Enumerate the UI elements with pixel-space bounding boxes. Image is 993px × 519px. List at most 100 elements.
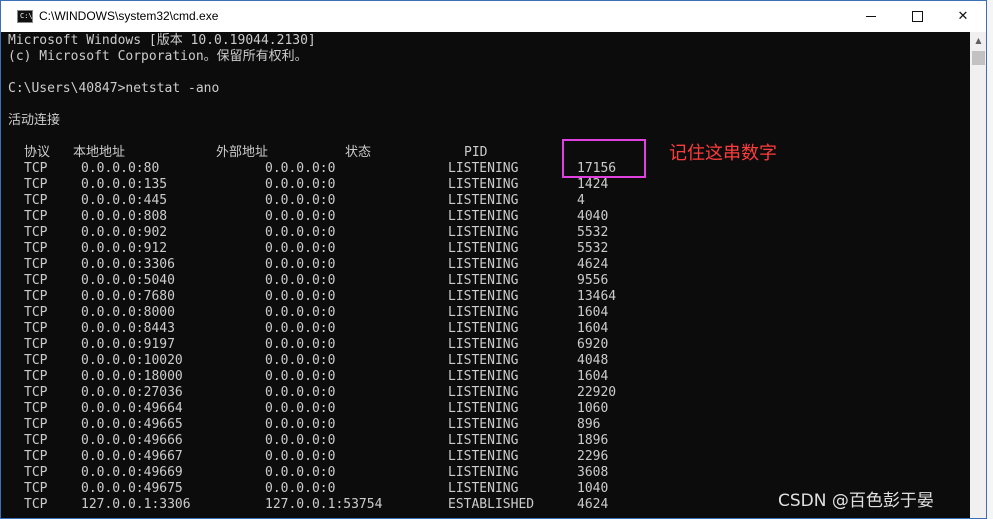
cell-state: LISTENING [448, 353, 519, 368]
pid-highlight-box [562, 139, 646, 178]
minimize-icon [866, 16, 876, 17]
cell-pid: 1060 [577, 401, 609, 416]
cell-proto: TCP [24, 289, 48, 304]
cell-state: LISTENING [448, 449, 519, 464]
cell-state: LISTENING [448, 161, 519, 176]
cell-proto: TCP [24, 225, 48, 240]
cell-proto: TCP [24, 353, 48, 368]
cell-state: ESTABLISHED [448, 497, 535, 512]
cell-local: 0.0.0.0:49664 [81, 401, 183, 416]
cell-proto: TCP [24, 305, 48, 320]
vertical-scrollbar[interactable]: ▲ [970, 32, 986, 518]
cell-proto: TCP [24, 497, 48, 512]
cell-local: 0.0.0.0:49665 [81, 417, 183, 432]
column-header-proto: 协议 [24, 145, 51, 160]
cell-proto: TCP [24, 241, 48, 256]
cell-pid: 1424 [577, 177, 609, 192]
cell-state: LISTENING [448, 385, 519, 400]
cell-proto: TCP [24, 321, 48, 336]
cell-pid: 1604 [577, 369, 609, 384]
cell-foreign: 0.0.0.0:0 [265, 321, 336, 336]
cell-local: 0.0.0.0:3306 [81, 257, 175, 272]
cell-proto: TCP [24, 369, 48, 384]
cell-pid: 1896 [577, 433, 609, 448]
cell-pid: 4624 [577, 257, 609, 272]
cell-proto: TCP [24, 209, 48, 224]
cell-local: 0.0.0.0:49667 [81, 449, 183, 464]
cell-foreign: 0.0.0.0:0 [265, 481, 336, 496]
cell-foreign: 0.0.0.0:0 [265, 273, 336, 288]
column-header-foreign: 外部地址 [216, 145, 269, 160]
console-output[interactable]: Microsoft Windows [版本 10.0.19044.2130] (… [1, 32, 970, 518]
title-bar[interactable]: C:\WINDOWS\system32\cmd.exe ✕ [1, 1, 986, 32]
cell-foreign: 0.0.0.0:0 [265, 433, 336, 448]
cell-foreign: 0.0.0.0:0 [265, 305, 336, 320]
column-header-pid: PID [464, 145, 488, 160]
cell-proto: TCP [24, 401, 48, 416]
cell-local: 0.0.0.0:18000 [81, 369, 183, 384]
cell-local: 0.0.0.0:808 [81, 209, 168, 224]
cell-pid: 13464 [577, 289, 617, 304]
console-line: (c) Microsoft Corporation。保留所有权利。 [8, 49, 308, 64]
cell-state: LISTENING [448, 433, 519, 448]
cell-local: 0.0.0.0:135 [81, 177, 168, 192]
cmd-window: C:\WINDOWS\system32\cmd.exe ✕ Microsoft … [0, 0, 987, 519]
close-button[interactable]: ✕ [940, 1, 986, 32]
cell-state: LISTENING [448, 481, 519, 496]
cell-state: LISTENING [448, 177, 519, 192]
cell-pid: 1040 [577, 481, 609, 496]
cell-pid: 4624 [577, 497, 609, 512]
minimize-button[interactable] [848, 1, 894, 32]
cell-proto: TCP [24, 273, 48, 288]
cell-local: 0.0.0.0:49666 [81, 433, 183, 448]
cell-pid: 6920 [577, 337, 609, 352]
maximize-button[interactable] [894, 1, 940, 32]
cell-local: 0.0.0.0:8000 [81, 305, 175, 320]
cell-pid: 1604 [577, 321, 609, 336]
cell-local: 0.0.0.0:902 [81, 225, 168, 240]
cell-proto: TCP [24, 481, 48, 496]
cell-proto: TCP [24, 193, 48, 208]
cell-local: 0.0.0.0:9197 [81, 337, 175, 352]
cell-foreign: 0.0.0.0:0 [265, 193, 336, 208]
cell-state: LISTENING [448, 289, 519, 304]
cell-pid: 9556 [577, 273, 609, 288]
column-header-state: 状态 [345, 145, 372, 160]
cell-local: 0.0.0.0:27036 [81, 385, 183, 400]
scroll-up-icon[interactable]: ▲ [970, 32, 986, 49]
cell-pid: 2296 [577, 449, 609, 464]
cell-state: LISTENING [448, 321, 519, 336]
csdn-watermark: CSDN @百色彭于晏 [778, 491, 934, 511]
cell-pid: 896 [577, 417, 601, 432]
cell-state: LISTENING [448, 257, 519, 272]
cell-local: 0.0.0.0:80 [81, 161, 160, 176]
cell-pid: 5532 [577, 225, 609, 240]
cell-state: LISTENING [448, 337, 519, 352]
cell-local: 0.0.0.0:49675 [81, 481, 183, 496]
cell-foreign: 0.0.0.0:0 [265, 449, 336, 464]
close-icon: ✕ [957, 9, 969, 24]
cell-proto: TCP [24, 417, 48, 432]
cell-proto: TCP [24, 449, 48, 464]
cell-state: LISTENING [448, 225, 519, 240]
cell-pid: 4040 [577, 209, 609, 224]
cell-proto: TCP [24, 257, 48, 272]
console-line: Microsoft Windows [版本 10.0.19044.2130] [8, 33, 316, 48]
cell-proto: TCP [24, 161, 48, 176]
annotation-text: 记住这串数字 [669, 143, 777, 164]
cell-state: LISTENING [448, 369, 519, 384]
cell-state: LISTENING [448, 305, 519, 320]
cell-state: LISTENING [448, 241, 519, 256]
cell-foreign: 0.0.0.0:0 [265, 161, 336, 176]
cell-foreign: 0.0.0.0:0 [265, 257, 336, 272]
cmd-icon [17, 10, 33, 23]
scroll-thumb[interactable] [972, 51, 985, 65]
cell-foreign: 0.0.0.0:0 [265, 337, 336, 352]
cell-state: LISTENING [448, 417, 519, 432]
cell-pid: 5532 [577, 241, 609, 256]
cell-foreign: 0.0.0.0:0 [265, 209, 336, 224]
cell-proto: TCP [24, 177, 48, 192]
cell-local: 0.0.0.0:49669 [81, 465, 183, 480]
cell-foreign: 0.0.0.0:0 [265, 385, 336, 400]
cell-foreign: 0.0.0.0:0 [265, 353, 336, 368]
